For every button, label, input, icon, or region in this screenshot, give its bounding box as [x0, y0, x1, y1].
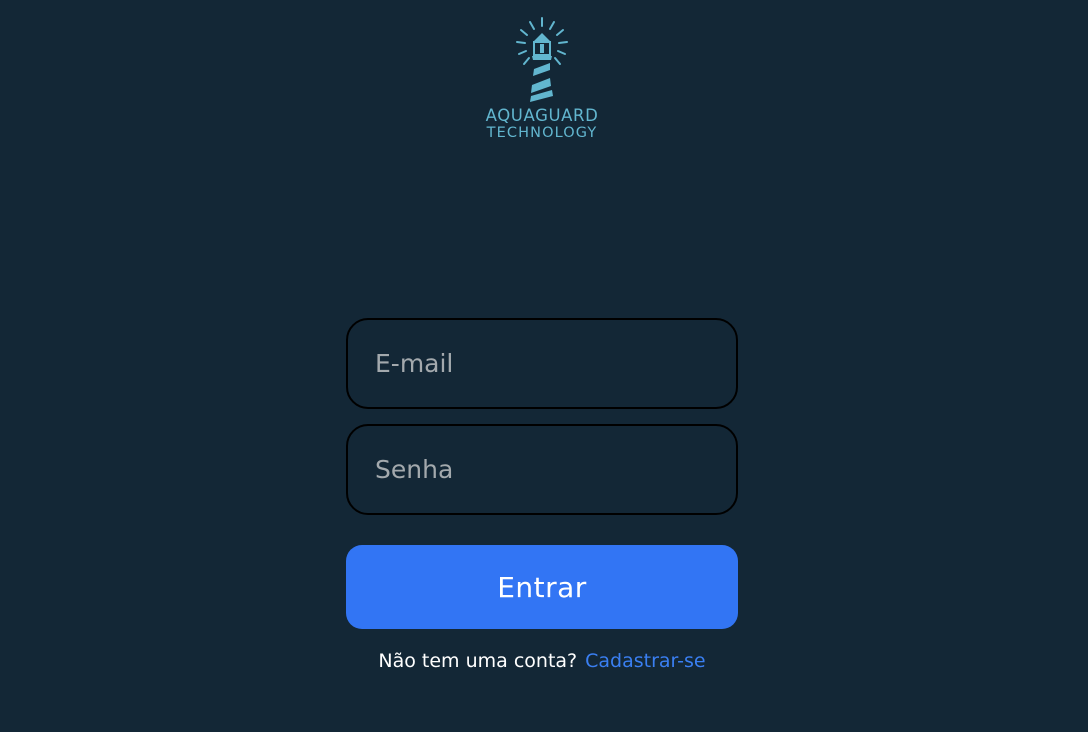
password-field-wrapper [346, 424, 738, 515]
email-field-wrapper [346, 318, 738, 409]
brand-subtitle: TECHNOLOGY [486, 125, 598, 141]
brand-logo: AQUAGUARD TECHNOLOGY [474, 14, 610, 150]
signup-link[interactable]: Cadastrar-se [585, 650, 705, 672]
password-field[interactable] [375, 426, 709, 513]
signup-prompt-row: Não tem uma conta? Cadastrar-se [346, 648, 738, 674]
brand-name: AQUAGUARD [485, 106, 599, 125]
login-button[interactable]: Entrar [346, 545, 738, 629]
signup-prompt: Não tem uma conta? [378, 650, 578, 672]
lighthouse-icon [516, 17, 568, 102]
email-field[interactable] [375, 320, 709, 407]
login-page: AQUAGUARD TECHNOLOGY Entrar Não tem uma … [0, 0, 1088, 732]
